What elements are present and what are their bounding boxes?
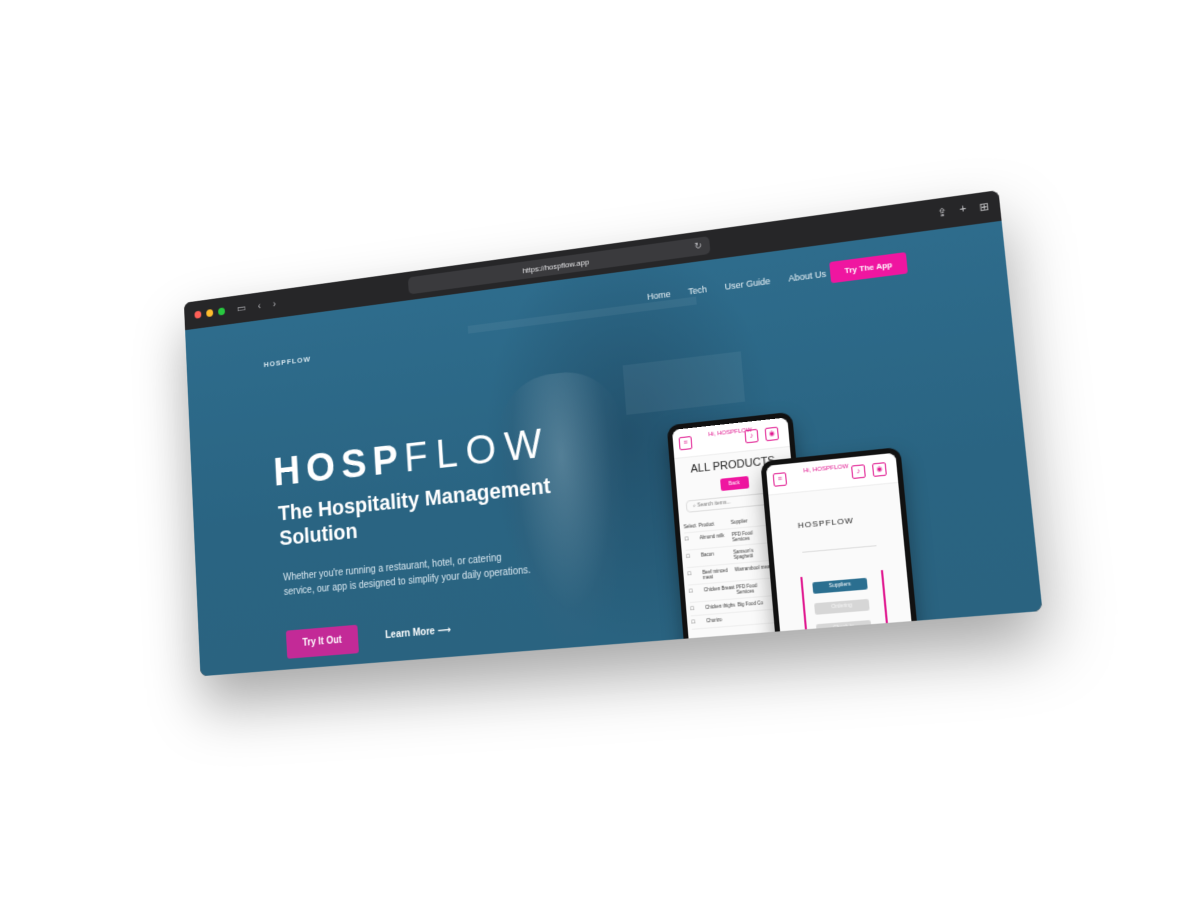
table-header: Select	[683, 523, 698, 529]
search-placeholder: Search items...	[697, 499, 731, 508]
footer-label: Stocks	[785, 653, 799, 659]
food-safety-button[interactable]: Food Safety	[818, 641, 874, 657]
table-cell: PFD Food Services	[732, 529, 770, 543]
phone-greeting: Hi, HOSPFLOW	[803, 464, 848, 475]
add-item-button[interactable]: +	[738, 641, 756, 659]
table-header: Supplier	[731, 516, 768, 525]
footer-label: Whiteboard	[737, 656, 761, 663]
table-cell: Warrambool meat	[735, 564, 773, 578]
reload-icon[interactable]: ↻	[694, 240, 702, 252]
bell-icon[interactable]: ♪	[851, 464, 866, 479]
try-it-out-button[interactable]: Try It Out	[286, 625, 359, 659]
table-cell: Samson's Spaghetti	[733, 546, 771, 560]
row-checkbox[interactable]: ☐	[690, 605, 706, 612]
scene: ▭ ‹ › https://hospflow.app ↻ ⇪ + ⊞ HOSPF…	[0, 0, 1200, 900]
learn-more-label: Learn More	[385, 626, 435, 641]
check-in-button[interactable]: Check-in	[816, 620, 872, 636]
new-tab-icon[interactable]: +	[959, 203, 967, 217]
phone-header: ≡ Hi, HOSPFLOW ♪ ◉	[766, 453, 898, 496]
accent-bar-right	[881, 570, 893, 676]
menu-icon[interactable]: ≡	[773, 472, 787, 487]
row-checkbox[interactable]: ☐	[689, 587, 705, 599]
phone-header: ≡ Hi, HOSPFLOW ♪ ◉	[672, 417, 790, 459]
back-button[interactable]: Back	[720, 476, 749, 491]
divider	[802, 545, 876, 553]
table-cell	[739, 613, 777, 622]
browser-window: ▭ ‹ › https://hospflow.app ↻ ⇪ + ⊞ HOSPF…	[184, 190, 1043, 676]
row-checkbox[interactable]: ☐	[684, 535, 700, 547]
footer-tab-stocks[interactable]: ▤ Stocks	[779, 653, 799, 661]
table-cell: PFD Food Services	[736, 582, 774, 595]
phone-screen-menu: ≡ Hi, HOSPFLOW ♪ ◉ HOSPFLOW Suppliers Or…	[766, 453, 918, 677]
bell-icon[interactable]: ♪	[744, 429, 758, 444]
row-checkbox[interactable]: ☐	[687, 570, 703, 582]
back-icon[interactable]: ‹	[257, 301, 261, 312]
row-checkbox[interactable]: ☐	[691, 618, 707, 625]
phone-footer-nav: ⌂ Home ≡ Whiteboard ▤ Stocks	[690, 644, 809, 675]
table-header: Product	[698, 520, 731, 528]
forward-icon[interactable]: ›	[273, 299, 277, 310]
try-the-app-button[interactable]: Try The App	[829, 252, 908, 283]
footer-tab-whiteboard[interactable]: ≡ Whiteboard	[733, 656, 761, 663]
nav-link-about-us[interactable]: About Us	[788, 269, 827, 284]
nav-link-home[interactable]: Home	[647, 289, 671, 302]
home-icon: ⌂	[699, 661, 703, 666]
nav-link-tech[interactable]: Tech	[688, 284, 708, 296]
ordering-button[interactable]: Ordering	[814, 599, 870, 615]
tab-grid-icon[interactable]: ⊞	[979, 200, 990, 215]
url-text: https://hospflow.app	[522, 257, 589, 275]
close-window-button[interactable]	[194, 311, 201, 319]
table-cell: Big Food Co	[737, 599, 775, 608]
table-cell: Almond milk	[699, 532, 732, 545]
stocks-icon: ▤	[779, 654, 785, 660]
camera-icon[interactable]: ◉	[765, 427, 779, 442]
row-checkbox[interactable]: ☐	[686, 553, 702, 565]
footer-tab-home[interactable]: ⌂ Home	[699, 660, 716, 666]
sidebar-icon[interactable]: ▭	[237, 303, 246, 314]
learn-more-link[interactable]: Learn More ⟶	[385, 625, 451, 641]
nav-logo[interactable]: HOSPFLOW	[264, 355, 312, 369]
list-icon: ≡	[733, 658, 737, 664]
toolbar-right: ⇪ + ⊞	[937, 200, 990, 220]
arrow-right-icon: ⟶	[437, 625, 451, 637]
footer-label: Home	[703, 660, 716, 666]
share-icon[interactable]: ⇪	[937, 206, 948, 221]
table-cell: Bacon	[701, 550, 734, 563]
phone-mockup-menu: ≡ Hi, HOSPFLOW ♪ ◉ HOSPFLOW Suppliers Or…	[760, 447, 924, 676]
menu-icon[interactable]: ≡	[679, 436, 693, 450]
brand-bold: HOSP	[272, 435, 405, 494]
table-cell: Beef minced meat	[702, 567, 735, 580]
table-cell: Chicken thighs	[705, 602, 738, 611]
maximize-window-button[interactable]	[218, 307, 225, 315]
table-cell: Chicken Breast	[704, 585, 737, 598]
accent-bar-left	[800, 577, 811, 676]
minimize-window-button[interactable]	[206, 309, 213, 317]
suppliers-button[interactable]: Suppliers	[812, 578, 867, 594]
table-cell: Chorizo	[706, 616, 739, 625]
phone-logo: HOSPFLOW	[797, 516, 854, 531]
camera-icon[interactable]: ◉	[872, 462, 887, 477]
